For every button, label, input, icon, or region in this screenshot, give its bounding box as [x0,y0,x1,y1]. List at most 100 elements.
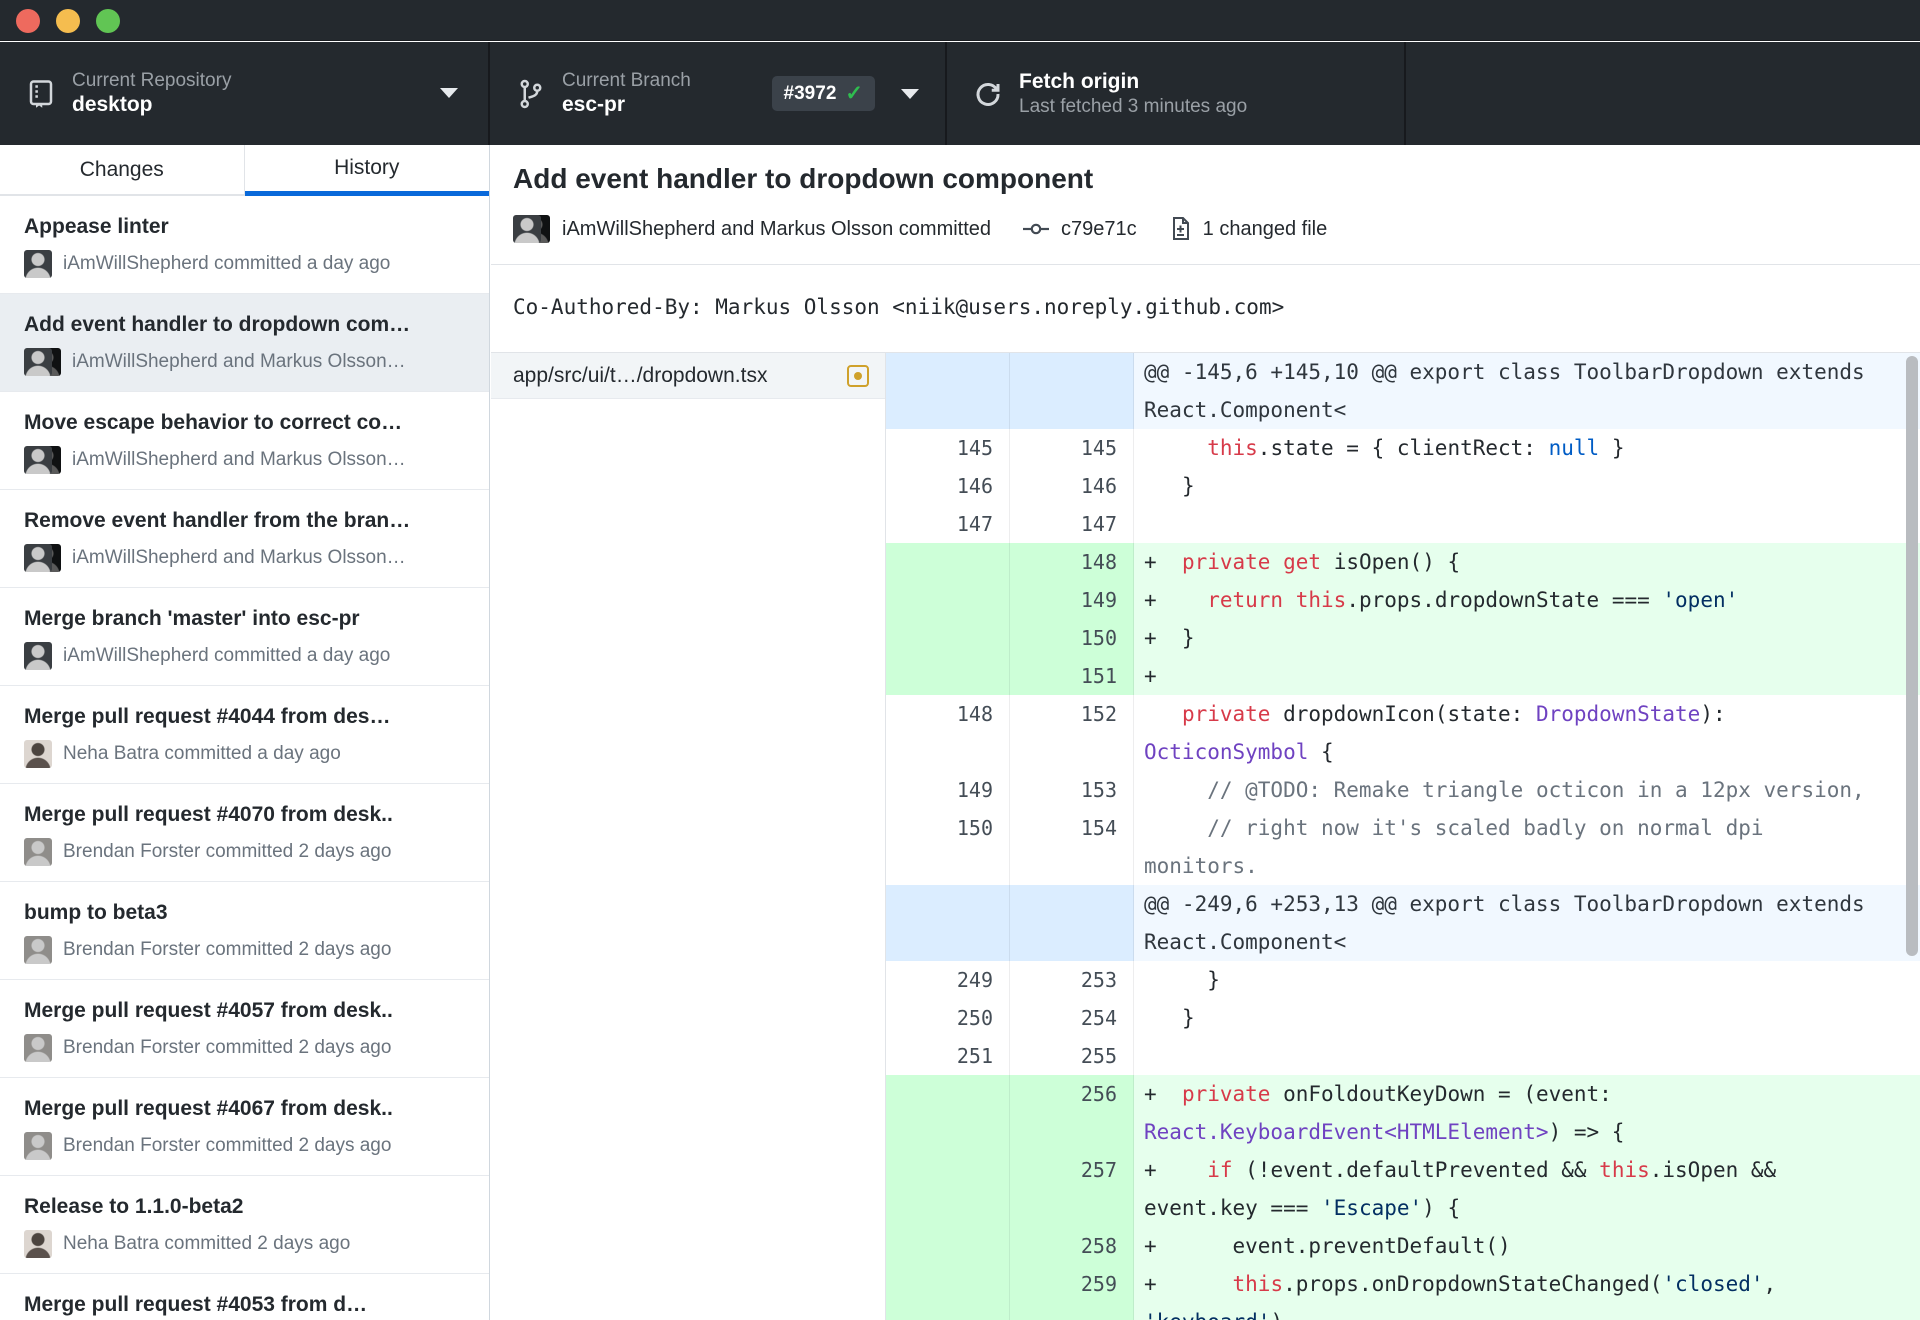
old-line-number: 149 [886,771,1010,809]
commit-byline: iAmWillShepherd and Markus Olsson commit… [562,217,992,240]
pr-status-badge[interactable]: #3972 ✓ [771,76,875,111]
old-line-number [886,353,1010,429]
old-line-number: 250 [886,999,1010,1037]
old-line-number: 251 [886,1037,1010,1075]
commit-item-meta: Neha Batra committed a day ago [24,740,465,768]
file-list: app/src/ui/t…/dropdown.tsx [491,353,885,1320]
diff-line-code: } [1134,999,1920,1037]
commit-item-meta: Brendan Forster committed 2 days ago [24,1034,465,1062]
commit-sha[interactable]: c79e71c [1061,218,1137,241]
old-line-number [886,1075,1010,1151]
commit-item-byline: Brendan Forster committed 2 days ago [63,939,392,960]
avatar [24,1132,52,1160]
avatar [24,250,52,278]
new-line-number: 154 [1010,809,1134,885]
new-line-number: 150 [1010,619,1134,657]
minimize-button[interactable] [56,9,80,33]
diff-line-code [1134,505,1920,543]
diff-line: @@ -249,6 +253,13 @@ export class Toolba… [886,885,1920,961]
commit-title: Add event handler to dropdown component [513,163,1094,194]
zoom-button[interactable] [96,9,120,33]
fetch-title: Fetch origin [1019,69,1140,93]
commit-item-byline: Brendan Forster committed 2 days ago [63,841,392,862]
diff-line: 148 + private get isOpen() { [886,543,1920,581]
commit-list-item[interactable]: Remove event handler from the bran… iAmWi… [0,490,489,588]
diff-line-code: + } [1134,619,1920,657]
commit-list-item[interactable]: bump to beta3 Brendan Forster committed 2… [0,882,489,980]
sidebar: Changes History Appease linter iAmWillShe… [0,145,490,1320]
old-line-number: 150 [886,809,1010,885]
commit-list-item[interactable]: Merge pull request #4044 from des… Neha B… [0,686,489,784]
old-line-number [886,619,1010,657]
old-line-number: 147 [886,505,1010,543]
new-line-number: 254 [1010,999,1134,1037]
new-line-number: 256 [1010,1075,1134,1151]
tab-changes[interactable]: Changes [0,145,245,196]
avatar [24,348,52,376]
commit-list-item[interactable]: Merge pull request #4057 from desk.. Bren… [0,980,489,1078]
old-line-number [886,1227,1010,1265]
diff-line: 146 146 } [886,467,1920,505]
commit-item-title: Merge pull request #4057 from desk.. [24,999,393,1022]
commit-list-item[interactable]: Move escape behavior to correct co… iAmWi… [0,392,489,490]
commit-item-meta: iAmWillShepherd and Markus Olsson… [24,348,465,376]
old-line-number: 148 [886,695,1010,771]
commit-list-item[interactable]: Release to 1.1.0-beta2 Neha Batra committ… [0,1176,489,1274]
avatar [24,740,52,768]
diff-line-code: + [1134,657,1920,695]
commit-item-meta: Brendan Forster committed 2 days ago [24,838,465,866]
commit-item-title: bump to beta3 [24,901,168,924]
check-icon: ✓ [845,82,863,105]
commit-item-title: Move escape behavior to correct co… [24,411,403,434]
commit-item-meta: Brendan Forster committed 2 days ago [24,936,465,964]
diff-line-code: } [1134,467,1920,505]
diff-line-code: + private get isOpen() { [1134,543,1920,581]
fetch-origin-button[interactable]: Fetch origin Last fetched 3 minutes ago [947,42,1406,145]
diff-line-code: // @TODO: Remake triangle octicon in a 1… [1134,771,1920,809]
branch-name: esc-pr [562,93,626,117]
commit-item-meta: iAmWillShepherd committed a day ago [24,250,465,278]
commit-item-byline: iAmWillShepherd and Markus Olsson… [72,449,406,470]
tab-bar: Changes History [0,145,489,196]
new-line-number: 152 [1010,695,1134,771]
old-line-number [886,543,1010,581]
old-line-number [886,885,1010,961]
chevron-down-icon [901,88,919,99]
close-button[interactable] [16,9,40,33]
commit-item-meta: Brendan Forster committed 2 days ago [24,1132,465,1160]
commit-list-item[interactable]: Merge branch 'master' into esc-pr iAmWill… [0,588,489,686]
diff-line-code: + return this.props.dropdownState === 'o… [1134,581,1920,619]
commit-list-item[interactable]: Appease linter iAmWillShepherd committed … [0,196,489,294]
new-line-number: 153 [1010,771,1134,809]
commit-item-meta: iAmWillShepherd and Markus Olsson… [24,544,465,572]
current-repository-button[interactable]: Current Repository desktop [0,42,490,145]
commit-item-title: Merge pull request #4067 from desk.. [24,1097,393,1120]
old-line-number: 145 [886,429,1010,467]
commit-list-item[interactable]: Merge pull request #4053 from d… [0,1274,489,1320]
diff-line: 249 253 } [886,961,1920,999]
commit-list-item[interactable]: Add event handler to dropdown com… iAmWil… [0,294,489,392]
diff-line: 149 + return this.props.dropdownState ===… [886,581,1920,619]
main-panel: Add event handler to dropdown component … [491,145,1920,1320]
avatar [24,936,52,964]
commit-list-item[interactable]: Merge pull request #4067 from desk.. Bren… [0,1078,489,1176]
diff-scrollbar-thumb[interactable] [1906,356,1918,956]
changed-file-icon [1169,217,1191,241]
diff-line: 148 152 private dropdownIcon(state: Dropd… [886,695,1920,771]
title-bar [0,0,1920,41]
commit-item-byline: iAmWillShepherd and Markus Olsson… [72,351,406,372]
new-line-number: 145 [1010,429,1134,467]
commit-item-title: Release to 1.1.0-beta2 [24,1195,244,1218]
avatar [24,838,52,866]
diff-line: @@ -145,6 +145,10 @@ export class Toolba… [886,353,1920,429]
commit-item-title: Add event handler to dropdown com… [24,313,411,336]
commit-list-item[interactable]: Merge pull request #4070 from desk.. Bren… [0,784,489,882]
file-row[interactable]: app/src/ui/t…/dropdown.tsx [491,353,885,399]
avatar [24,1230,52,1258]
commit-item-byline: iAmWillShepherd and Markus Olsson… [72,547,406,568]
tab-history[interactable]: History [244,145,489,196]
current-branch-button[interactable]: Current Branch esc-pr #3972 ✓ [490,42,947,145]
diff-line-code: @@ -249,6 +253,13 @@ export class Toolba… [1134,885,1920,961]
commit-header: Add event handler to dropdown component … [491,145,1920,265]
